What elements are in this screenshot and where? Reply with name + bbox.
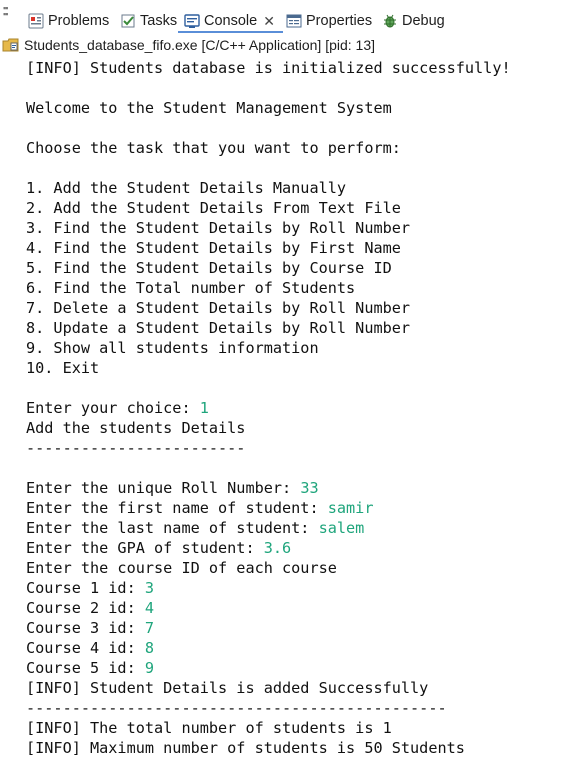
- console-line-text: 3. Find the Student Details by Roll Numb…: [26, 219, 411, 237]
- console-line: Course 3 id: 7: [26, 618, 582, 638]
- properties-icon: [286, 13, 302, 29]
- drag-grip-icon[interactable]: ▪▪ ▪▪: [3, 4, 11, 19]
- console-line: Course 4 id: 8: [26, 638, 582, 658]
- console-line: 6. Find the Total number of Students: [26, 278, 582, 298]
- console-line: Enter the last name of student: salem: [26, 518, 582, 538]
- console-line-text: 10. Exit: [26, 359, 100, 377]
- console-line: Enter the GPA of student: 3.6: [26, 538, 582, 558]
- console-line: 10. Exit: [26, 358, 582, 378]
- console-line-text: Enter the GPA of student:: [26, 539, 264, 557]
- console-line: 1. Add the Student Details Manually: [26, 178, 582, 198]
- console-line: Enter the unique Roll Number: 33: [26, 478, 582, 498]
- console-user-input: 3: [144, 579, 155, 597]
- console-line: 5. Find the Student Details by Course ID: [26, 258, 582, 278]
- process-label: Students_database_fifo.exe [C/C++ Applic…: [24, 37, 376, 53]
- console-line-text: Course 3 id:: [26, 619, 145, 637]
- console-line-text: 4. Find the Student Details by First Nam…: [26, 239, 401, 257]
- console-line-text: 6. Find the Total number of Students: [26, 279, 356, 297]
- console-user-input: salem: [318, 519, 365, 537]
- tab-label: Tasks: [140, 13, 178, 29]
- console-icon: [184, 13, 200, 29]
- tasks-icon: [120, 13, 136, 29]
- console-line-text: 5. Find the Student Details by Course ID: [26, 259, 392, 277]
- console-line-text: 8. Update a Student Details by Roll Numb…: [26, 319, 411, 337]
- console-line-text: ------------------------: [26, 439, 246, 457]
- console-line: Welcome to the Student Management System: [26, 98, 582, 118]
- console-line-text: 2. Add the Student Details From Text Fil…: [26, 199, 401, 217]
- console-line-text: Enter the unique Roll Number:: [26, 479, 301, 497]
- console-line-text: 9. Show all students information: [26, 339, 319, 357]
- console-line: 4. Find the Student Details by First Nam…: [26, 238, 582, 258]
- console-line: Course 2 id: 4: [26, 598, 582, 618]
- console-line: ------------------------: [26, 438, 582, 458]
- console-user-input: 3.6: [263, 539, 292, 557]
- console-line: ----------------------------------------…: [26, 698, 582, 718]
- tab-label: Properties: [306, 13, 373, 29]
- console-line-text: Enter your choice:: [26, 399, 200, 417]
- console-user-input: 33: [300, 479, 319, 497]
- view-tab-bar: ▪▪ ▪▪ Problems Tasks Console ✕ Propertie…: [0, 0, 586, 35]
- console-line-text: [INFO] Students database is initialized …: [26, 59, 511, 77]
- application-icon: [2, 37, 20, 53]
- console-line: Enter your choice: 1: [26, 398, 582, 418]
- process-label-row: Students_database_fifo.exe [C/C++ Applic…: [0, 36, 375, 54]
- console-line-text: 7. Delete a Student Details by Roll Numb…: [26, 299, 411, 317]
- tab-console[interactable]: Console ✕: [184, 10, 275, 32]
- tab-tasks[interactable]: Tasks: [120, 10, 177, 32]
- console-line-text: 1. Add the Student Details Manually: [26, 179, 347, 197]
- console-user-input: samir: [327, 499, 374, 517]
- console-line-text: [INFO] Maximum number of students is 50 …: [26, 739, 465, 757]
- tab-properties[interactable]: Properties: [286, 10, 372, 32]
- console-line-text: [INFO] Student Details is added Successf…: [26, 679, 429, 697]
- console-line-text: Add the students Details: [26, 419, 246, 437]
- console-line: 9. Show all students information: [26, 338, 582, 358]
- close-icon[interactable]: ✕: [263, 13, 275, 30]
- console-line-text: Enter the course ID of each course: [26, 559, 337, 577]
- console-line-text: ----------------------------------------…: [26, 699, 447, 717]
- tab-debug[interactable]: Debug: [382, 10, 445, 32]
- console-line: [INFO] The total number of students is 1: [26, 718, 582, 738]
- console-line: 2. Add the Student Details From Text Fil…: [26, 198, 582, 218]
- console-user-input: 9: [144, 659, 155, 677]
- console-line-text: Enter the last name of student:: [26, 519, 319, 537]
- console-line: [INFO] Student Details is added Successf…: [26, 678, 582, 698]
- console-line-text: Welcome to the Student Management System: [26, 99, 392, 117]
- console-line: 7. Delete a Student Details by Roll Numb…: [26, 298, 582, 318]
- console-line: Course 5 id: 9: [26, 658, 582, 678]
- console-line: 8. Update a Student Details by Roll Numb…: [26, 318, 582, 338]
- console-line: [INFO] Students database is initialized …: [26, 58, 582, 78]
- console-line: 3. Find the Student Details by Roll Numb…: [26, 218, 582, 238]
- console-user-input: 7: [144, 619, 155, 637]
- console-user-input: 4: [144, 599, 155, 617]
- console-user-input: 1: [199, 399, 209, 417]
- console-line-text: Enter the first name of student:: [26, 499, 328, 517]
- console-output[interactable]: [INFO] Students database is initialized …: [26, 58, 582, 758]
- console-line: Add the students Details: [26, 418, 582, 438]
- console-line: [INFO] Maximum number of students is 50 …: [26, 738, 582, 758]
- console-line-text: Course 4 id:: [26, 639, 145, 657]
- console-user-input: 8: [144, 639, 155, 657]
- console-line-text: Course 2 id:: [26, 599, 145, 617]
- console-line: Course 1 id: 3: [26, 578, 582, 598]
- tab-label: Debug: [402, 13, 445, 29]
- console-line: Choose the task that you want to perform…: [26, 138, 582, 158]
- console-line-text: Choose the task that you want to perform…: [26, 139, 401, 157]
- console-line-text: Course 1 id:: [26, 579, 145, 597]
- console-line: Enter the course ID of each course: [26, 558, 582, 578]
- tab-label: Problems: [48, 13, 110, 29]
- active-tab-underline: [178, 31, 283, 33]
- console-line-text: [INFO] The total number of students is 1: [26, 719, 392, 737]
- problems-icon: [28, 13, 44, 29]
- tab-problems[interactable]: Problems: [28, 10, 109, 32]
- console-line: Enter the first name of student: samir: [26, 498, 582, 518]
- tab-label: Console: [204, 13, 258, 29]
- console-line-text: Course 5 id:: [26, 659, 145, 677]
- debug-icon: [382, 13, 398, 29]
